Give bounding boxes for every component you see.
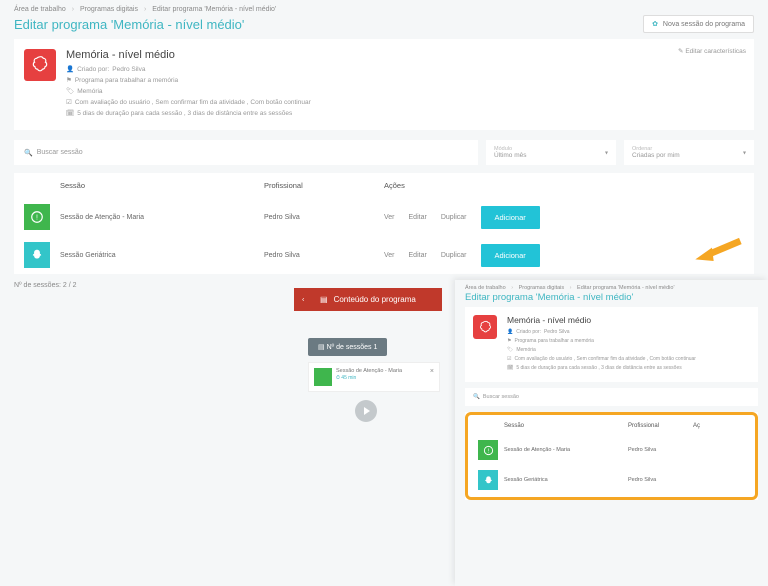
flag-icon: ⚑ — [507, 338, 511, 344]
program-name: Memória - nível médio — [507, 315, 750, 325]
session-icon — [24, 242, 50, 268]
edit-link[interactable]: Editar — [409, 214, 427, 221]
session-icon — [478, 470, 498, 490]
session-professional: Pedro Silva — [628, 447, 693, 453]
program-card: ✎ Editar características Memória - nível… — [14, 39, 754, 130]
add-button[interactable]: Adicionar — [481, 206, 540, 229]
add-button[interactable]: Adicionar — [481, 244, 540, 267]
session-name: Sessão de Atenção - Maria — [504, 447, 628, 453]
flag-icon: ⚑ — [66, 76, 72, 84]
col-header-professional: Profissional — [628, 423, 693, 429]
program-card: Memória - nível médio 👤Criado por: Pedro… — [465, 307, 758, 382]
duplicate-link[interactable]: Duplicar — [441, 252, 467, 259]
session-name: Sessão Geriátrica — [504, 477, 628, 483]
search-input[interactable]: 🔍 Buscar sessão — [14, 140, 478, 165]
search-icon: 🔍 — [473, 394, 480, 400]
sessions-badge: ▤ Nº de sessões 1 — [308, 338, 387, 356]
mini-session-duration: ⏱ 45 min — [336, 375, 426, 382]
play-button[interactable] — [355, 400, 377, 422]
col-header-actions: Aç — [693, 423, 745, 429]
user-icon: 👤 — [507, 329, 513, 335]
edit-characteristics-link[interactable]: ✎ Editar características — [678, 47, 746, 55]
breadcrumb-item[interactable]: Área de trabalho — [465, 285, 506, 291]
tag-icon: 🏷 — [507, 347, 513, 353]
col-header-actions: Ações — [384, 181, 744, 190]
program-evaluation: ☑ Com avaliação do usuário , Sem confirm… — [66, 98, 744, 106]
chevron-down-icon: ▾ — [743, 149, 746, 156]
list-icon: ▤ — [320, 295, 328, 304]
view-link[interactable]: Ver — [384, 252, 395, 259]
breadcrumb-item: Editar programa 'Memória - nível médio' — [577, 285, 674, 291]
svg-text:!: ! — [36, 214, 38, 221]
program-duration: 🗓 5 dias de duração para cada sessão , 3… — [66, 109, 744, 117]
edit-link[interactable]: Editar — [409, 252, 427, 259]
breadcrumb: Área de trabalho › Programas digitais › … — [455, 280, 768, 292]
col-header-session: Sessão — [24, 181, 264, 190]
col-header-session: Sessão — [478, 423, 628, 429]
mini-session-name: Sessão de Atenção - Maria — [336, 368, 426, 375]
session-professional: Pedro Silva — [264, 214, 384, 221]
check-icon: ☑ — [66, 98, 72, 106]
program-description: ⚑ Programa para trabalhar a memória — [66, 76, 744, 84]
brain-icon — [473, 315, 497, 339]
breadcrumb: Área de trabalho › Programas digitais › … — [0, 0, 768, 15]
svg-text:!: ! — [487, 448, 489, 454]
program-content-item[interactable]: Sessão de Atenção - Maria ⏱ 45 min × — [308, 362, 440, 392]
tag-icon: 🏷 — [66, 87, 74, 95]
page-title: Editar programa 'Memória - nível médio' — [14, 17, 244, 32]
duplicate-link[interactable]: Duplicar — [441, 214, 467, 221]
new-session-button[interactable]: ✿ Nova sessão do programa — [643, 15, 754, 33]
search-icon: 🔍 — [24, 149, 33, 157]
brain-icon — [24, 49, 56, 81]
page-title: Editar programa 'Memória - nível médio' — [465, 292, 633, 303]
calendar-icon: 🗓 — [507, 365, 513, 371]
breadcrumb-item: Editar programa 'Memória - nível médio' — [152, 6, 276, 13]
breadcrumb-item[interactable]: Programas digitais — [80, 6, 138, 13]
remove-icon[interactable]: × — [430, 368, 434, 386]
calendar-icon: 🗓 — [66, 109, 74, 117]
highlight-annotation: Sessão Profissional Aç ! Sessão de Atenç… — [465, 412, 758, 500]
session-icon: ! — [24, 204, 50, 230]
sort-select[interactable]: Ordenar Criadas por mim ▾ — [624, 140, 754, 165]
sessions-table: Sessão Profissional Ações ! Sessão de At… — [14, 173, 754, 274]
table-row: ! Sessão de Atenção - Maria Pedro Silva … — [14, 198, 754, 236]
table-row: Sessão Geriátrica Pedro Silva Ver Editar… — [14, 236, 754, 274]
result-subpanel: Área de trabalho › Programas digitais › … — [455, 280, 768, 586]
session-icon — [314, 368, 332, 386]
program-author: 👤 Criado por: Pedro Silva — [66, 65, 744, 73]
table-row: Sessão Geriátrica Pedro Silva — [470, 465, 753, 495]
session-professional: Pedro Silva — [628, 477, 693, 483]
session-professional: Pedro Silva — [264, 252, 384, 259]
sessions-table: Sessão Profissional Aç ! Sessão de Atenç… — [465, 412, 758, 500]
program-content-header[interactable]: ‹ ▤ Conteúdo do programa — [294, 288, 442, 311]
program-tag: 🏷 Memória — [66, 87, 744, 95]
session-name: Sessão Geriátrica — [60, 252, 264, 259]
col-header-professional: Profissional — [264, 181, 384, 190]
search-input[interactable]: 🔍 Buscar sessão — [465, 388, 758, 406]
view-link[interactable]: Ver — [384, 214, 395, 221]
gear-icon: ✿ — [652, 21, 658, 28]
chevron-down-icon: ▾ — [605, 149, 608, 156]
user-icon: 👤 — [66, 65, 74, 73]
table-row: ! Sessão de Atenção - Maria Pedro Silva — [470, 435, 753, 465]
breadcrumb-item[interactable]: Programas digitais — [519, 285, 565, 291]
program-name: Memória - nível médio — [66, 49, 744, 61]
breadcrumb-item[interactable]: Área de trabalho — [14, 6, 66, 13]
check-icon: ☑ — [507, 356, 511, 362]
module-select[interactable]: Módulo Último mês ▾ — [486, 140, 616, 165]
session-icon: ! — [478, 440, 498, 460]
session-name: Sessão de Atenção - Maria — [60, 214, 264, 221]
chevron-left-icon[interactable]: ‹ — [302, 296, 304, 303]
